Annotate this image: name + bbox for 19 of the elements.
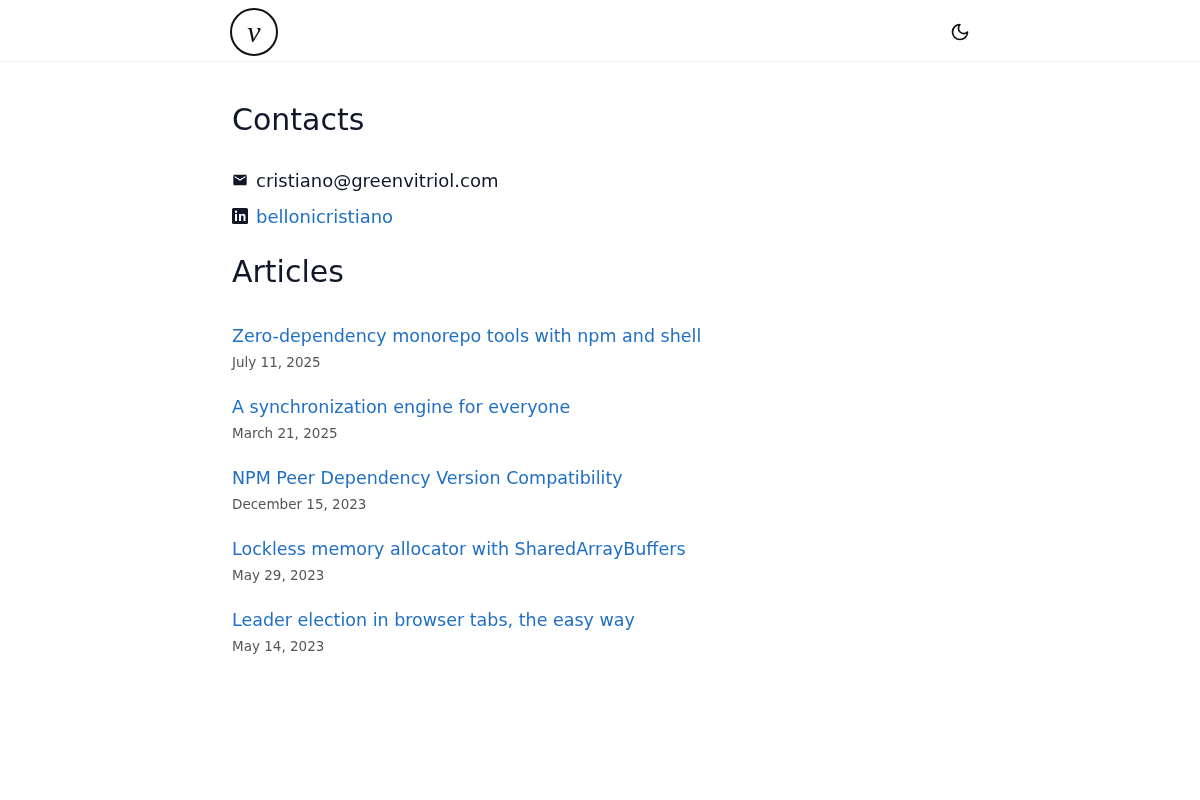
article-link[interactable]: Leader election in browser tabs, the easy way [232, 608, 635, 632]
section-heading: Articles [232, 254, 344, 289]
logo[interactable]: v [230, 7, 278, 56]
article-link[interactable]: Zero-dependency monorepo tools with npm and shell [232, 324, 702, 348]
article-link[interactable]: A synchronization engine for everyone [232, 395, 571, 419]
email-address: cristiano@greenvitriol.com [256, 169, 499, 191]
profile-link[interactable]: bellonicristiano [256, 205, 394, 227]
theme-toggle-button[interactable] [950, 21, 970, 42]
section-heading: Contacts [232, 102, 365, 137]
moon-icon [950, 21, 970, 42]
article-date: May 29, 2023 [232, 567, 325, 583]
linkedin-icon [232, 208, 248, 224]
article-link[interactable]: Lockless memory allocator with SharedArrayBuffers [232, 537, 686, 561]
mail-icon [232, 172, 248, 188]
article-date: July 11, 2025 [232, 354, 321, 370]
article-date: March 21, 2025 [232, 425, 338, 441]
article-date: December 15, 2023 [232, 496, 367, 512]
article-link[interactable]: NPM Peer Dependency Version Compatibility [232, 466, 623, 490]
article-date: May 14, 2023 [232, 638, 325, 654]
